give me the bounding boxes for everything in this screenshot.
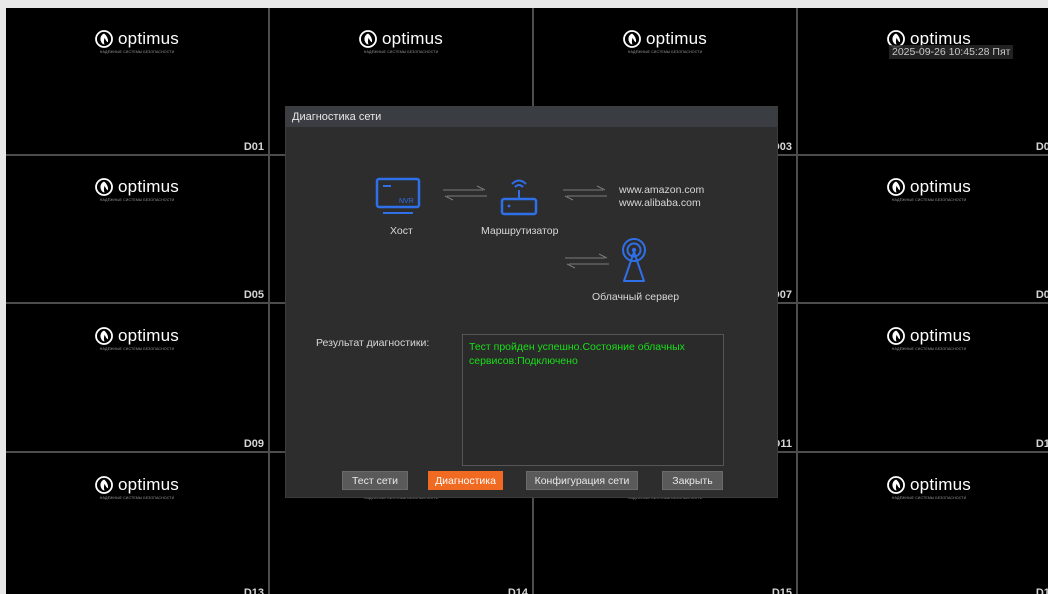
datetime-overlay: 2025-09-26 10:45:28 Пят	[889, 45, 1014, 59]
logo-tagline: НАДЁЖНЫЕ СИСТЕМЫ БЕЗОПАСНОСТИ	[99, 495, 175, 500]
diagnostic-result-label: Результат диагностики:	[316, 337, 430, 349]
optimus-logo: optimus НАДЁЖНЫЕ СИСТЕМЫ БЕЗОПАСНОСТИ	[359, 29, 443, 54]
logo-text: optimus	[910, 325, 971, 345]
channel-label: D13	[243, 587, 264, 594]
router-internet-link-icon	[563, 185, 607, 201]
optimus-logo-mark-icon	[887, 326, 905, 345]
optimus-logo: optimusНАДЁЖНЫЕ СИСТЕМЫ БЕЗОПАСНОСТИ	[887, 326, 971, 351]
diagnostic-result-text: Тест пройден успешно.Состояние облачных …	[469, 341, 685, 367]
logo-tagline: НАДЁЖНЫЕ СИСТЕМЫ БЕЗОПАСНОСТИ	[891, 495, 967, 500]
logo-text: optimus	[646, 29, 707, 48]
logo-text: optimus	[910, 177, 971, 196]
optimus-logo-mark-icon	[95, 178, 113, 196]
nvr-badge: NVR	[399, 198, 414, 205]
router-icon	[500, 179, 538, 216]
logo-tagline: НАДЁЖНЫЕ СИСТЕМЫ БЕЗОПАСНОСТИ	[99, 198, 175, 202]
network-test-button[interactable]: Тест сети	[342, 471, 408, 490]
network-diagnostics-dialog: Диагностика сети NVR Хост Маршрутизатор …	[285, 106, 778, 498]
camera-tile[interactable]: optimus НАДЁЖНЫЕ СИСТЕМЫ БЕЗОПАСНОСТИ D09	[6, 304, 268, 451]
camera-tile[interactable]: optimusНАДЁЖНЫЕ СИСТЕМЫ БЕЗОПАСНОСТИD04	[798, 8, 1048, 154]
channel-label: D14	[507, 587, 528, 594]
logo-tagline: НАДЁЖНЫЕ СИСТЕМЫ БЕЗОПАСНОСТИ	[891, 346, 967, 351]
network-config-button[interactable]: Конфигурация сети	[526, 471, 638, 490]
channel-label: D09	[243, 438, 264, 450]
camera-tile[interactable]: optimus НАДЁЖНЫЕ СИСТЕМЫ БЕЗОПАСНОСТИ D01	[6, 8, 268, 154]
logo-tagline: НАДЁЖНЫЕ СИСТЕМЫ БЕЗОПАСНОСТИ	[891, 198, 967, 202]
cloud-server-icon	[622, 238, 646, 282]
optimus-logo: optimusНАДЁЖНЫЕ СИСТЕМЫ БЕЗОПАСНОСТИ	[95, 475, 179, 500]
logo-text: optimus	[382, 29, 443, 48]
optimus-logo-mark-icon	[623, 30, 641, 48]
router-cloud-link-icon	[565, 253, 609, 269]
internet-site-amazon: www.amazon.com	[619, 184, 705, 196]
channel-label: D05	[243, 289, 264, 301]
logo-text: optimus	[910, 474, 971, 494]
channel-label: D16	[1035, 587, 1048, 594]
optimus-logo-mark-icon	[887, 475, 905, 494]
optimus-logo-mark-icon	[359, 30, 377, 48]
camera-tile[interactable]: optimus НАДЁЖНЫЕ СИСТЕМЫ БЕЗОПАСНОСТИ D08	[798, 156, 1048, 302]
channel-label: D12	[1035, 438, 1048, 450]
optimus-logo: optimusНАДЁЖНЫЕ СИСТЕМЫ БЕЗОПАСНОСТИ	[887, 475, 971, 500]
internet-site-alibaba: www.alibaba.com	[619, 197, 701, 209]
optimus-logo-mark-icon	[887, 178, 905, 196]
camera-tile[interactable]: optimus НАДЁЖНЫЕ СИСТЕМЫ БЕЗОПАСНОСТИ D13	[6, 453, 268, 594]
logo-text: optimus	[118, 29, 179, 48]
logo-tagline: НАДЁЖНЫЕ СИСТЕМЫ БЕЗОПАСНОСТИ	[99, 50, 175, 54]
optimus-logo-mark-icon	[95, 475, 113, 494]
logo-tagline: НАДЁЖНЫЕ СИСТЕМЫ БЕЗОПАСНОСТИ	[627, 50, 703, 54]
optimus-logo-mark-icon	[95, 326, 113, 345]
channel-label: D04	[1035, 141, 1048, 153]
channel-label: D15	[771, 587, 792, 594]
optimus-logo: optimus НАДЁЖНЫЕ СИСТЕМЫ БЕЗОПАСНОСТИ	[95, 29, 179, 54]
channel-label: D01	[243, 141, 264, 153]
close-button[interactable]: Закрыть	[662, 471, 723, 490]
logo-text: optimus	[118, 177, 179, 196]
dialog-title: Диагностика сети	[286, 107, 777, 127]
optimus-logo: optimus НАДЁЖНЫЕ СИСТЕМЫ БЕЗОПАСНОСТИ	[95, 177, 179, 202]
logo-text: optimus	[118, 325, 179, 345]
nvr-host-icon: NVR	[375, 177, 421, 214]
optimus-logo: optimusНАДЁЖНЫЕ СИСТЕМЫ БЕЗОПАСНОСТИ	[95, 326, 179, 351]
host-label: Хост	[390, 225, 413, 237]
router-label: Маршрутизатор	[481, 225, 559, 237]
logo-tagline: НАДЁЖНЫЕ СИСТЕМЫ БЕЗОПАСНОСТИ	[363, 50, 439, 54]
cloud-server-label: Облачный сервер	[592, 291, 680, 303]
diagnostic-result-box[interactable]: Тест пройден успешно.Состояние облачных …	[462, 334, 724, 466]
diagnostics-button[interactable]: Диагностика	[428, 471, 503, 490]
logo-text: optimus	[118, 474, 179, 494]
optimus-logo: optimus НАДЁЖНЫЕ СИСТЕМЫ БЕЗОПАСНОСТИ	[887, 177, 971, 202]
camera-tile[interactable]: optimus НАДЁЖНЫЕ СИСТЕМЫ БЕЗОПАСНОСТИ D05	[6, 156, 268, 302]
camera-tile[interactable]: optimusНАДЁЖНЫЕ СИСТЕМЫ БЕЗОПАСНОСТИ D16	[798, 453, 1048, 594]
logo-tagline: НАДЁЖНЫЕ СИСТЕМЫ БЕЗОПАСНОСТИ	[99, 346, 175, 351]
optimus-logo-mark-icon	[95, 30, 113, 48]
host-router-link-icon	[443, 185, 487, 201]
camera-tile[interactable]: optimusНАДЁЖНЫЕ СИСТЕМЫ БЕЗОПАСНОСТИ D12	[798, 304, 1048, 451]
optimus-logo: optimus НАДЁЖНЫЕ СИСТЕМЫ БЕЗОПАСНОСТИ	[623, 29, 707, 54]
channel-label: D08	[1035, 289, 1048, 301]
